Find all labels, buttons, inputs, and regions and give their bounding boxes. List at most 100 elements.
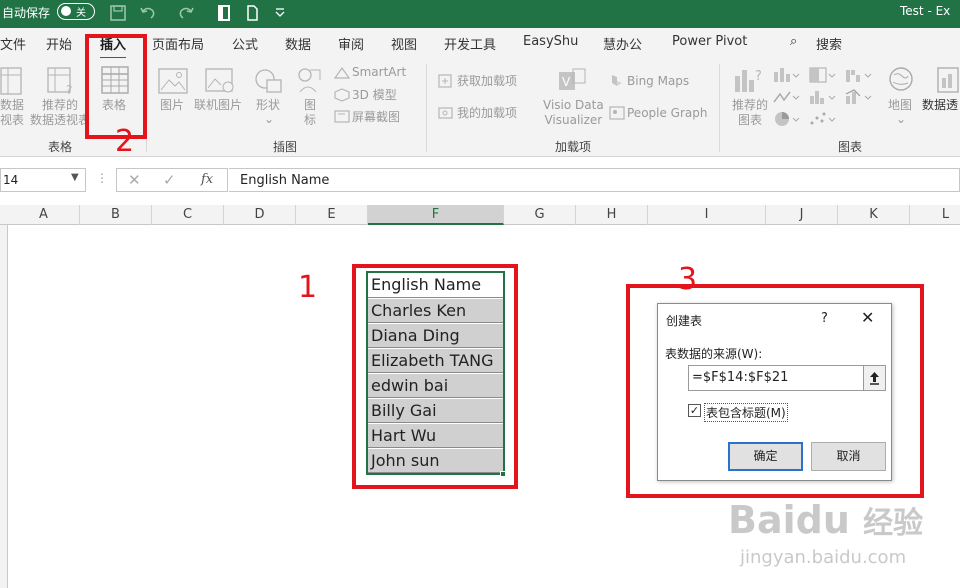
pivot-table-button[interactable]: 数据 视表 xyxy=(0,98,24,128)
undo-icon[interactable] xyxy=(138,3,158,23)
tab-page-layout[interactable]: 页面布局 xyxy=(152,34,204,53)
column-header-i[interactable]: I xyxy=(648,205,766,225)
column-header-h[interactable]: H xyxy=(576,205,648,225)
name-box-value: 14 xyxy=(3,173,19,187)
map-dropdown-icon[interactable]: ⌄ xyxy=(896,112,906,127)
formula-value: English Name xyxy=(240,173,330,188)
enter-icon[interactable]: ✓ xyxy=(163,171,176,189)
new-file-icon[interactable] xyxy=(242,3,262,23)
screenshot-icon[interactable] xyxy=(334,110,350,127)
bing-maps-label[interactable]: Bing Maps xyxy=(627,74,689,89)
search-icon[interactable]: ⌕ xyxy=(790,34,797,49)
recommended-charts-button[interactable]: 推荐的 图表 xyxy=(732,98,768,128)
column-chart-icon[interactable] xyxy=(772,66,802,87)
waterfall-chart-icon[interactable] xyxy=(844,66,874,87)
tab-easyshu[interactable]: EasyShu xyxy=(523,34,578,49)
column-header-k[interactable]: K xyxy=(838,205,910,225)
3d-model-icon[interactable] xyxy=(334,88,350,105)
get-addins-icon[interactable] xyxy=(438,74,454,91)
smartart-icon[interactable] xyxy=(333,66,351,83)
map-chart-label[interactable]: 地图 xyxy=(888,98,912,113)
customize-qat-icon[interactable] xyxy=(270,3,290,23)
online-picture-icon[interactable] xyxy=(205,68,235,97)
pivot-chart-label[interactable]: 数据透 xyxy=(922,98,958,113)
tab-developer[interactable]: 开发工具 xyxy=(444,34,496,53)
drag-handle-icon[interactable]: ⋮ xyxy=(96,171,108,185)
column-header-c[interactable]: C xyxy=(152,205,224,225)
recommended-pivot-icon[interactable]: ? xyxy=(46,66,76,99)
pivot-chart-icon[interactable] xyxy=(936,66,960,97)
combo-chart-icon[interactable] xyxy=(844,88,874,109)
fill-handle[interactable] xyxy=(500,471,506,477)
bing-maps-icon[interactable] xyxy=(609,74,625,91)
help-button[interactable]: ? xyxy=(821,311,828,326)
screenshot-label[interactable]: 屏幕截图 xyxy=(352,110,400,125)
recommended-charts-icon[interactable]: ? xyxy=(733,66,765,99)
smartart-label[interactable]: SmartArt xyxy=(352,65,406,80)
tab-search[interactable]: 搜索 xyxy=(816,34,842,53)
has-headers-checkbox[interactable]: ✓ xyxy=(688,404,701,417)
column-header-f[interactable]: F xyxy=(368,205,504,225)
column-header-b[interactable]: B xyxy=(80,205,152,225)
recommended-pivot-button[interactable]: 推荐的 数据透视表 xyxy=(30,98,90,128)
insert-function-icon[interactable]: fx xyxy=(201,172,213,187)
column-header-l[interactable]: L xyxy=(910,205,960,225)
column-header-e[interactable]: E xyxy=(296,205,368,225)
get-addins-label[interactable]: 获取加载项 xyxy=(457,74,517,89)
shapes-label[interactable]: 形状 xyxy=(256,98,280,113)
tab-file[interactable]: 文件 xyxy=(0,34,26,53)
cancel-button[interactable]: 取消 xyxy=(811,442,886,471)
shapes-icon[interactable] xyxy=(254,68,284,97)
tab-formulas[interactable]: 公式 xyxy=(232,34,258,53)
pivot-table-icon[interactable] xyxy=(0,66,22,99)
ok-button[interactable]: 确定 xyxy=(728,442,803,471)
name-box[interactable]: 14 ▼ xyxy=(0,168,86,192)
save-icon[interactable] xyxy=(108,3,128,23)
upload-arrow-icon xyxy=(870,372,879,385)
my-addins-label[interactable]: 我的加载项 xyxy=(457,106,517,121)
redo-icon[interactable] xyxy=(176,3,196,23)
autosave-toggle[interactable]: 关 xyxy=(57,3,95,20)
collapse-range-button[interactable] xyxy=(863,365,886,391)
formula-input[interactable]: English Name xyxy=(229,168,960,192)
tab-view[interactable]: 视图 xyxy=(391,34,417,53)
tab-huibangong[interactable]: 慧办公 xyxy=(603,34,642,53)
hierarchy-chart-icon[interactable] xyxy=(808,66,838,87)
dialog-title: 创建表 xyxy=(666,314,703,328)
pie-chart-icon[interactable] xyxy=(772,110,802,131)
scatter-chart-icon[interactable] xyxy=(808,110,838,131)
3d-model-label[interactable]: 3D 模型 xyxy=(352,88,397,103)
icons-icon[interactable] xyxy=(296,66,322,99)
visio-button[interactable]: Visio Data Visualizer xyxy=(543,98,604,128)
picture-label[interactable]: 图片 xyxy=(160,98,184,113)
picture-icon[interactable] xyxy=(158,68,188,97)
tab-data[interactable]: 数据 xyxy=(285,34,311,53)
tab-review[interactable]: 审阅 xyxy=(338,34,364,53)
window-title: Test - Ex xyxy=(900,4,951,18)
source-range-input[interactable]: =$F$14:$F$21 xyxy=(688,365,864,391)
visio-icon[interactable]: V xyxy=(557,66,587,99)
office-icon[interactable] xyxy=(214,3,234,23)
column-header-d[interactable]: D xyxy=(224,205,296,225)
tab-home[interactable]: 开始 xyxy=(46,34,72,53)
icons-button[interactable]: 图 标 xyxy=(304,98,316,128)
shapes-dropdown-icon[interactable]: ⌄ xyxy=(264,112,274,127)
column-header-j[interactable]: J xyxy=(766,205,838,225)
statistic-chart-icon[interactable] xyxy=(808,88,838,109)
map-chart-icon[interactable] xyxy=(888,66,914,97)
people-graph-label[interactable]: People Graph xyxy=(627,106,708,121)
line-chart-icon[interactable] xyxy=(772,88,802,109)
name-box-dropdown-icon[interactable]: ▼ xyxy=(71,172,79,183)
has-headers-label[interactable]: 表包含标题(M) xyxy=(704,403,788,422)
watermark-brand-text: Baidu xyxy=(728,498,850,542)
online-picture-label[interactable]: 联机图片 xyxy=(194,98,242,113)
annotation-number-2: 2 xyxy=(115,124,135,159)
close-icon[interactable]: ✕ xyxy=(861,308,874,327)
my-addins-icon[interactable] xyxy=(438,106,454,123)
column-header-g[interactable]: G xyxy=(504,205,576,225)
annotation-number-3: 3 xyxy=(678,262,698,297)
cancel-icon[interactable]: ✕ xyxy=(128,171,141,189)
column-header-a[interactable]: A xyxy=(8,205,80,225)
tab-power-pivot[interactable]: Power Pivot xyxy=(672,34,747,49)
people-graph-icon[interactable] xyxy=(609,106,625,123)
